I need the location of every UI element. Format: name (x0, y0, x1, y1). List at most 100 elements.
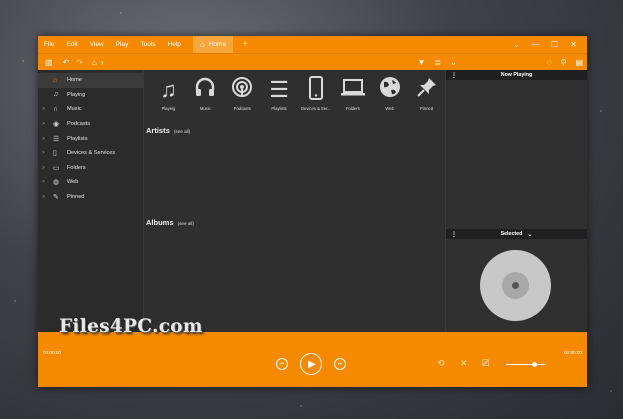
sidebar-item-podcasts[interactable]: > ◉ Podcasts (38, 117, 143, 132)
expand-arrow-icon[interactable]: > (42, 179, 45, 185)
expand-arrow-icon[interactable]: > (42, 194, 45, 200)
list-view-icon[interactable]: ≣ (434, 58, 441, 67)
sidebar-item-music[interactable]: > ∩ Music (38, 102, 143, 117)
sidebar-item-home[interactable]: ⌂ Home (38, 73, 143, 88)
podcast-icon: ◉ (53, 121, 60, 129)
shuffle-icon[interactable]: ✕ (460, 358, 468, 369)
more-options-icon[interactable]: ⋮ (451, 72, 457, 79)
maximize-button[interactable]: ☐ (545, 40, 564, 49)
right-panel: ⋮ Now Playing ⋮ Selected ⌄ (445, 70, 587, 332)
menu-bar: File Edit View Play Tools Help (38, 41, 193, 48)
category-folders[interactable]: Folders (334, 76, 371, 111)
category-label: Devices & Ser... (301, 106, 331, 111)
chevron-right-icon[interactable]: › (101, 58, 104, 67)
now-playing-header: ⋮ Now Playing (446, 70, 587, 80)
panel-toggle-icon[interactable]: ▤ (575, 58, 583, 67)
sidebar-item-devices[interactable]: > ▯ Devices & Services (38, 146, 143, 161)
laptop-icon: ▭ (53, 164, 60, 172)
title-bar: File Edit View Play Tools Help ⌂ Home + … (38, 36, 587, 53)
cast-icon[interactable]: ⎚ (482, 358, 489, 369)
podcast-icon (224, 76, 261, 103)
home-nav-icon[interactable]: ⌂ (92, 58, 97, 67)
sidebar-item-folders[interactable]: > ▭ Folders (38, 161, 143, 176)
volume-knob[interactable] (532, 362, 538, 367)
expand-arrow-icon[interactable]: > (42, 150, 45, 156)
expand-arrow-icon[interactable]: > (42, 106, 45, 112)
chevron-down-icon[interactable]: ⌄ (527, 231, 532, 238)
search-icon[interactable]: ⚲ (561, 58, 567, 67)
albums-section-header: Albums (see all) (146, 218, 194, 227)
volume-slider[interactable] (506, 364, 546, 365)
section-title: Artists (146, 126, 170, 135)
disc-icon (480, 250, 551, 321)
category-podcasts[interactable]: Podcasts (224, 76, 261, 111)
music-note-icon: ♫ (53, 91, 59, 99)
chevron-down-icon[interactable]: ⌄ (507, 40, 526, 49)
sidebar-item-playlists[interactable]: > ☰ Playlists (38, 131, 143, 146)
next-button[interactable]: ⏭ (334, 358, 346, 370)
expand-arrow-icon[interactable]: > (42, 121, 45, 127)
category-label: Pinned (420, 106, 434, 111)
menu-tools[interactable]: Tools (140, 41, 155, 48)
see-all-albums-link[interactable]: (see all) (178, 221, 194, 226)
sidebar-item-pinned[interactable]: > ✎ Pinned (38, 190, 143, 205)
play-button[interactable]: ▶ (300, 353, 322, 375)
category-devices[interactable]: Devices & Ser... (298, 76, 335, 111)
previous-button[interactable]: ⏮ (276, 358, 288, 370)
add-tab-button[interactable]: + (242, 39, 248, 50)
list-icon: ☰ (269, 77, 289, 102)
next-icon: ⏭ (337, 361, 343, 367)
category-music[interactable]: Music (187, 76, 224, 111)
menu-help[interactable]: Help (168, 41, 181, 48)
menu-play[interactable]: Play (116, 41, 129, 48)
view-options-chevron-icon[interactable]: ⌄ (450, 58, 457, 67)
main-content: ♫ Playing Music Podcasts ☰ Playlists Dev… (144, 70, 445, 332)
see-all-artists-link[interactable]: (see all) (174, 129, 190, 134)
category-label: Music (199, 106, 211, 111)
sidebar-item-label: Playlists (67, 135, 88, 142)
sidebar-toggle-icon[interactable]: ▥ (45, 58, 53, 67)
now-playing-list[interactable] (446, 80, 587, 229)
expand-arrow-icon[interactable]: > (42, 136, 45, 142)
tab-home-label: Home (208, 41, 227, 48)
category-web[interactable]: Web (371, 76, 408, 111)
redo-icon[interactable]: ↷ (76, 58, 83, 67)
music-note-icon: ♫ (160, 77, 177, 102)
elapsed-time: 00:00:00 (43, 350, 61, 355)
more-options-icon[interactable]: ⋮ (451, 231, 457, 238)
list-icon: ☰ (53, 135, 60, 143)
menu-file[interactable]: File (44, 41, 54, 48)
watermark-text: Files4PC.com (59, 316, 203, 337)
previous-icon: ⏮ (279, 361, 285, 367)
close-button[interactable]: ✕ (564, 40, 583, 49)
selected-title[interactable]: Selected (501, 231, 523, 237)
sidebar-item-web[interactable]: > ◍ Web (38, 175, 143, 190)
category-label: Podcasts (233, 106, 251, 111)
sidebar-item-playing[interactable]: ♫ Playing (38, 88, 143, 103)
menu-edit[interactable]: Edit (66, 41, 77, 48)
undo-icon[interactable]: ↶ (63, 58, 70, 67)
player-bar: 00:00:00 00:00:00 ⏮ ▶ ⏭ ⟲ ✕ ⎚ (38, 332, 587, 387)
home-icon: ⌂ (199, 40, 205, 49)
sidebar-item-label: Music (67, 106, 82, 113)
category-playing[interactable]: ♫ Playing (150, 76, 187, 111)
sidebar-item-label: Home (67, 77, 82, 84)
sidebar-item-label: Folders (67, 164, 86, 171)
filter-icon[interactable]: ▼ (417, 58, 425, 67)
minimize-button[interactable]: — (526, 40, 545, 49)
category-pinned[interactable]: Pinned (408, 76, 445, 111)
now-playing-title: Now Playing (500, 72, 533, 78)
toolbar: ▥ ↶ ↷ ⌂ › ▼ ≣ ⌄ ◌ ⚲ ▤ (38, 53, 587, 70)
category-playlists[interactable]: ☰ Playlists (261, 76, 298, 111)
repeat-icon[interactable]: ⟲ (437, 358, 445, 369)
menu-view[interactable]: View (90, 41, 104, 48)
globe-icon: ◍ (53, 179, 60, 187)
headphones-icon (187, 76, 224, 103)
section-title: Albums (146, 218, 174, 227)
category-strip: ♫ Playing Music Podcasts ☰ Playlists Dev… (144, 70, 445, 111)
pin-icon: ✎ (53, 194, 59, 202)
expand-arrow-icon[interactable]: > (42, 165, 45, 171)
tab-home[interactable]: ⌂ Home (192, 36, 234, 53)
sidebar-item-label: Playing (67, 91, 86, 98)
loading-spinner-icon: ◌ (546, 58, 552, 67)
